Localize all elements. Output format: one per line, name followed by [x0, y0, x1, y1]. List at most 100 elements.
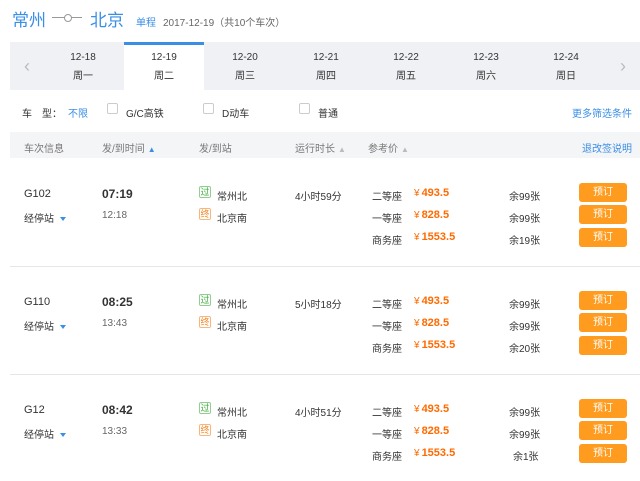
- stops-toggle[interactable]: 经停站: [24, 426, 66, 441]
- arrival-station: 北京南: [217, 214, 247, 225]
- departure-station: 常州北: [217, 192, 247, 203]
- arrival-time: 12:18: [102, 210, 128, 221]
- seat-class: 二等座: [372, 300, 402, 311]
- price-value: 828.5: [421, 317, 450, 329]
- book-button[interactable]: 预订: [579, 183, 627, 202]
- table-row: G110 经停站 08:25 13:43 过 常州北 终 北京南 5小时18分 …: [10, 267, 640, 375]
- date-tab-12-20[interactable]: 12-20 周三: [205, 42, 285, 90]
- price-value: 1553.5: [421, 447, 456, 459]
- route-from-city: 常州: [12, 11, 46, 30]
- filter-label: 车 型：: [22, 109, 62, 120]
- seat-price: ¥828.5: [414, 425, 449, 437]
- stops-toggle[interactable]: 经停站: [24, 210, 66, 225]
- th-time[interactable]: 发/到时间 ▲: [102, 140, 156, 155]
- seat-class: 商务座: [372, 236, 402, 247]
- yen-sign: ¥: [414, 404, 420, 415]
- date-tab-12-18[interactable]: 12-18 周一: [43, 42, 123, 90]
- table-row: G12 经停站 08:42 13:33 过 常州北 终 北京南 4小时51分 二…: [10, 375, 640, 481]
- sort-asc-icon: ▲: [147, 145, 156, 154]
- stops-label: 经停站: [24, 322, 54, 333]
- book-button[interactable]: 预订: [579, 336, 627, 355]
- book-button[interactable]: 预订: [579, 291, 627, 310]
- checkbox-d-emu[interactable]: [203, 103, 214, 114]
- date-tab-date: 12-18: [70, 52, 96, 63]
- table-row: G102 经停站 07:19 12:18 过 常州北 终 北京南 4小时59分 …: [10, 159, 640, 267]
- refund-policy-link[interactable]: 退改签说明: [582, 140, 632, 155]
- seat-price: ¥1553.5: [414, 339, 455, 351]
- date-tab-12-21[interactable]: 12-21 周四: [286, 42, 366, 90]
- sort-icon: ▲: [401, 145, 409, 154]
- date-tab-weekday: 周一: [73, 71, 93, 82]
- run-duration: 4小时59分: [295, 192, 342, 203]
- price-value: 828.5: [421, 209, 450, 221]
- th-price[interactable]: 参考价 ▲: [368, 140, 409, 155]
- chevron-right-icon[interactable]: ›: [614, 55, 632, 77]
- departure-station: 常州北: [217, 408, 247, 419]
- more-filters-link[interactable]: 更多筛选条件: [572, 105, 632, 120]
- seats-remaining: 余99张: [509, 408, 541, 419]
- date-tab-date: 12-19: [151, 52, 177, 63]
- seats-remaining: 余1张: [513, 452, 539, 463]
- seat-class: 二等座: [372, 192, 402, 203]
- trip-date-info: 2017-12-19（共10个车次）: [163, 18, 286, 29]
- trip-type[interactable]: 单程: [136, 14, 156, 29]
- date-tab-date: 12-20: [232, 52, 258, 63]
- seat-price: ¥828.5: [414, 209, 449, 221]
- seats-remaining: 余99张: [509, 192, 541, 203]
- seats-remaining: 余20张: [509, 344, 541, 355]
- book-button[interactable]: 预订: [579, 421, 627, 440]
- date-tab-date: 12-22: [393, 52, 419, 63]
- departure-station: 常州北: [217, 300, 247, 311]
- checkbox-gc-highspeed[interactable]: [107, 103, 118, 114]
- yen-sign: ¥: [414, 426, 420, 437]
- seat-class: 商务座: [372, 452, 402, 463]
- th-price-label: 参考价: [368, 144, 398, 155]
- seat-price: ¥493.5: [414, 295, 449, 307]
- seats-remaining: 余99张: [509, 322, 541, 333]
- route-arrow-icon: [52, 14, 82, 22]
- caret-down-icon: [60, 217, 66, 222]
- date-tab-12-22[interactable]: 12-22 周五: [366, 42, 446, 90]
- date-tab-weekday: 周日: [556, 71, 576, 82]
- run-duration: 4小时51分: [295, 408, 342, 419]
- book-button[interactable]: 预订: [579, 444, 627, 463]
- train-type-filter: 车 型： 不限 G/C高铁 D动车 普通 更多筛选条件: [0, 90, 640, 130]
- yen-sign: ¥: [414, 448, 420, 459]
- date-tab-12-24[interactable]: 12-24 周日: [526, 42, 606, 90]
- date-tab-date: 12-21: [313, 52, 339, 63]
- seats-remaining: 余99张: [509, 430, 541, 441]
- passing-station-tag: 过: [199, 186, 211, 198]
- price-value: 493.5: [421, 295, 450, 307]
- yen-sign: ¥: [414, 232, 420, 243]
- date-tab-12-19[interactable]: 12-19 周二: [124, 42, 204, 90]
- date-tab-weekday: 周五: [396, 71, 416, 82]
- filter-no-limit[interactable]: 不限: [68, 105, 88, 120]
- terminal-station-tag: 终: [199, 424, 211, 436]
- book-button[interactable]: 预订: [579, 228, 627, 247]
- th-time-label: 发/到时间: [102, 144, 145, 155]
- book-button[interactable]: 预订: [579, 399, 627, 418]
- train-number[interactable]: G12: [24, 404, 45, 416]
- seat-price: ¥1553.5: [414, 231, 455, 243]
- th-duration[interactable]: 运行时长 ▲: [295, 140, 346, 155]
- train-number[interactable]: G102: [24, 188, 51, 200]
- checkbox-label: D动车: [222, 109, 250, 120]
- checkbox-normal[interactable]: [299, 103, 310, 114]
- arrival-time: 13:33: [102, 426, 128, 437]
- seat-price: ¥1553.5: [414, 447, 455, 459]
- stops-toggle[interactable]: 经停站: [24, 318, 66, 333]
- passing-station-tag: 过: [199, 294, 211, 306]
- date-tab-weekday: 周三: [235, 71, 255, 82]
- arrival-station: 北京南: [217, 430, 247, 441]
- book-button[interactable]: 预订: [579, 313, 627, 332]
- train-number[interactable]: G110: [24, 296, 50, 308]
- date-tab-12-23[interactable]: 12-23 周六: [446, 42, 526, 90]
- price-value: 828.5: [421, 425, 450, 437]
- book-button[interactable]: 预订: [579, 205, 627, 224]
- terminal-station-tag: 终: [199, 316, 211, 328]
- yen-sign: ¥: [414, 188, 420, 199]
- seat-price: ¥493.5: [414, 187, 449, 199]
- chevron-left-icon[interactable]: ‹: [18, 55, 36, 77]
- seat-class: 一等座: [372, 214, 402, 225]
- run-duration: 5小时18分: [295, 300, 342, 311]
